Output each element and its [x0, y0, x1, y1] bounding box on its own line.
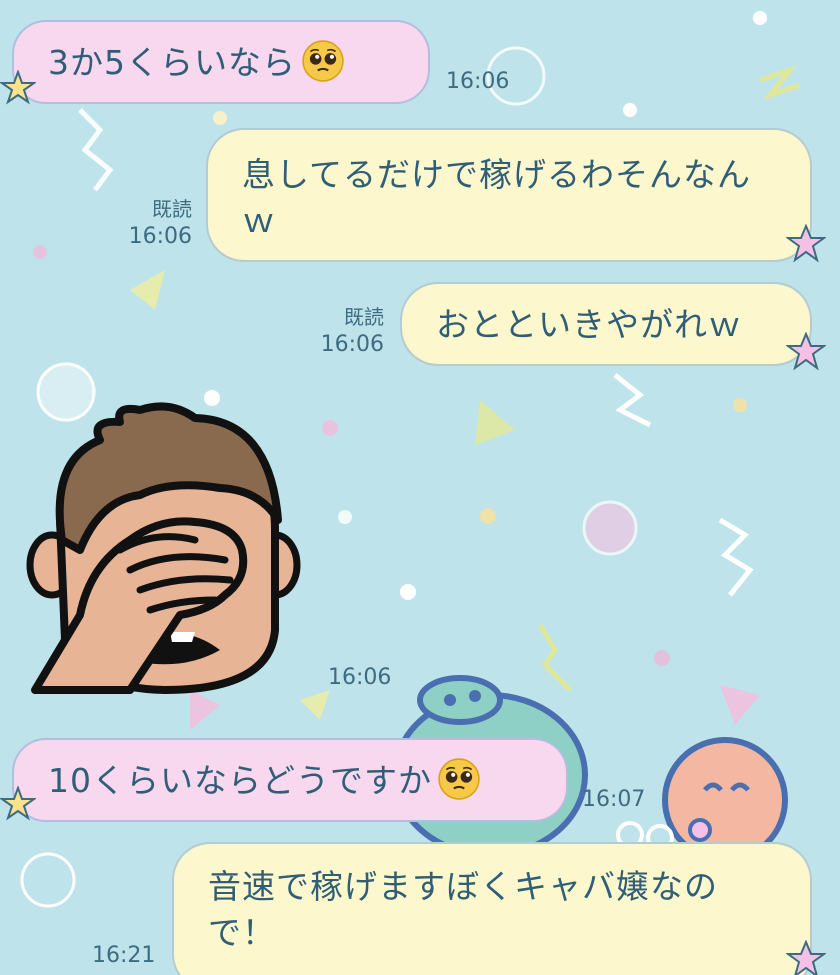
message-text: 音速で稼げますぼくキャバ嬢なので！: [208, 867, 718, 952]
read-receipt: 既読 16:06: [110, 195, 192, 251]
message-time: 16:06: [446, 69, 510, 94]
message-text: 10くらいならどうですか: [48, 761, 432, 800]
pleading-face-emoji-icon: [302, 40, 344, 82]
message-bubble-incoming[interactable]: 3か5くらいなら: [12, 20, 430, 104]
star-decoration-icon: [0, 786, 36, 821]
read-label: 既読: [152, 197, 192, 221]
star-decoration-icon: [786, 332, 826, 371]
message-bubble-outgoing[interactable]: 息してるだけで稼げるわそんなんｗ: [206, 128, 812, 262]
message-time: 16:21: [92, 943, 156, 968]
message-time: 16:06: [320, 332, 384, 357]
read-receipt: 既読 16:06: [302, 303, 384, 359]
star-decoration-icon: [0, 70, 36, 105]
message-time: 16:06: [328, 665, 392, 690]
read-label: 既読: [344, 305, 384, 329]
message-bubble-incoming[interactable]: 10くらいならどうですか: [12, 738, 568, 822]
message-text: 息してるだけで稼げるわそんなんｗ: [242, 155, 752, 240]
star-decoration-icon: [786, 940, 826, 975]
facepalm-man-sticker[interactable]: [20, 400, 320, 700]
message-bubble-outgoing[interactable]: 音速で稼げますぼくキャバ嬢なので！: [172, 842, 812, 975]
message-time: 16:07: [582, 787, 646, 812]
message-bubble-outgoing[interactable]: おとといきやがれｗ: [400, 282, 812, 366]
star-decoration-icon: [786, 224, 826, 263]
message-text: 3か5くらいなら: [48, 43, 296, 82]
message-text: おとといきやがれｗ: [436, 305, 742, 344]
message-time: 16:06: [128, 224, 192, 249]
pleading-face-emoji-icon: [438, 758, 480, 800]
